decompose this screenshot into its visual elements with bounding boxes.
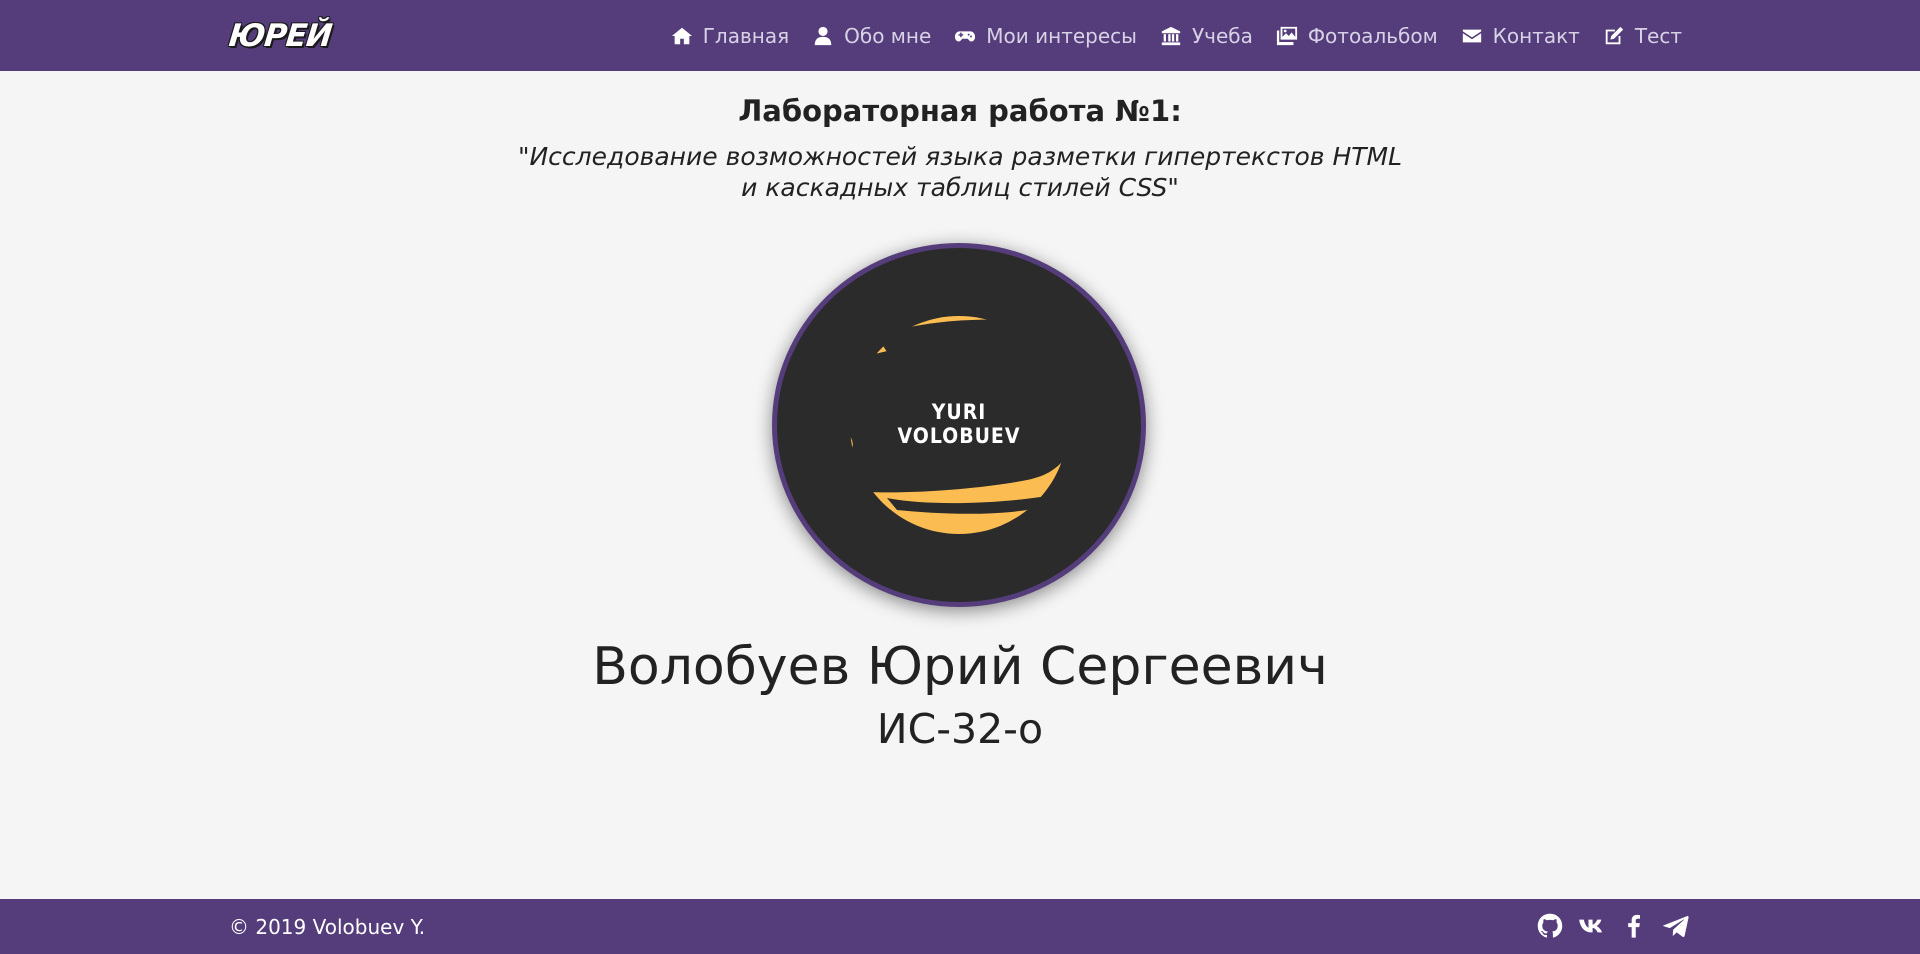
main-nav: Главная Обо мне Мои интересы Учеба Фотоа… xyxy=(648,0,1682,71)
nav-item-label: Мои интересы xyxy=(986,23,1137,48)
nav-item-label: Учеба xyxy=(1191,23,1253,48)
gamepad-icon xyxy=(953,24,977,48)
nav-item-label: Тест xyxy=(1634,23,1682,48)
vk-icon[interactable] xyxy=(1577,911,1607,941)
images-icon xyxy=(1275,24,1299,48)
github-icon[interactable] xyxy=(1535,911,1565,941)
nav-item-about[interactable]: Обо мне xyxy=(811,24,931,48)
avatar-frame: YURI VOLOBUEV xyxy=(772,243,1146,607)
page-title: Лабораторная работа №1: xyxy=(738,94,1182,128)
avatar-text-line: VOLOBUEV xyxy=(897,424,1021,448)
nav-item-label: Главная xyxy=(702,23,790,48)
user-icon xyxy=(811,24,835,48)
nav-item-interests[interactable]: Мои интересы xyxy=(953,24,1137,48)
nav-item-photoalbum[interactable]: Фотоальбом xyxy=(1275,24,1438,48)
nav-item-home[interactable]: Главная xyxy=(670,24,789,48)
full-name: Волобуев Юрий Сергеевич xyxy=(592,637,1328,697)
navbar: ЮРЕЙ Главная Обо мне Мои интересы Учеба xyxy=(0,0,1920,71)
subtitle-line: "Исследование возможностей языка разметк… xyxy=(517,142,1403,171)
nav-item-test[interactable]: Тест xyxy=(1602,24,1682,48)
facebook-icon[interactable] xyxy=(1619,911,1649,941)
nav-item-label: Фотоальбом xyxy=(1307,23,1438,48)
nav-item-contact[interactable]: Контакт xyxy=(1460,24,1580,48)
edit-icon xyxy=(1602,24,1626,48)
avatar-logo-text: YURI VOLOBUEV xyxy=(777,400,1141,448)
nav-item-label: Контакт xyxy=(1492,23,1580,48)
home-icon xyxy=(670,24,694,48)
envelope-icon xyxy=(1460,24,1484,48)
social-links xyxy=(1523,911,1691,941)
avatar: YURI VOLOBUEV xyxy=(777,248,1141,602)
copyright-text: © 2019 Volobuev Y. xyxy=(229,915,426,939)
telegram-icon[interactable] xyxy=(1661,911,1691,941)
university-icon xyxy=(1159,24,1183,48)
footer: © 2019 Volobuev Y. xyxy=(0,899,1920,954)
avatar-text-line: YURI xyxy=(931,400,987,424)
nav-item-study[interactable]: Учеба xyxy=(1159,24,1253,48)
brand-logo[interactable]: ЮРЕЙ xyxy=(227,18,333,54)
subtitle-line: и каскадных таблиц стилей CSS" xyxy=(741,173,1179,202)
group-code: ИС-32-о xyxy=(876,705,1044,753)
page-subtitle: "Исследование возможностей языка разметк… xyxy=(0,141,1920,203)
nav-item-label: Обо мне xyxy=(844,23,932,48)
